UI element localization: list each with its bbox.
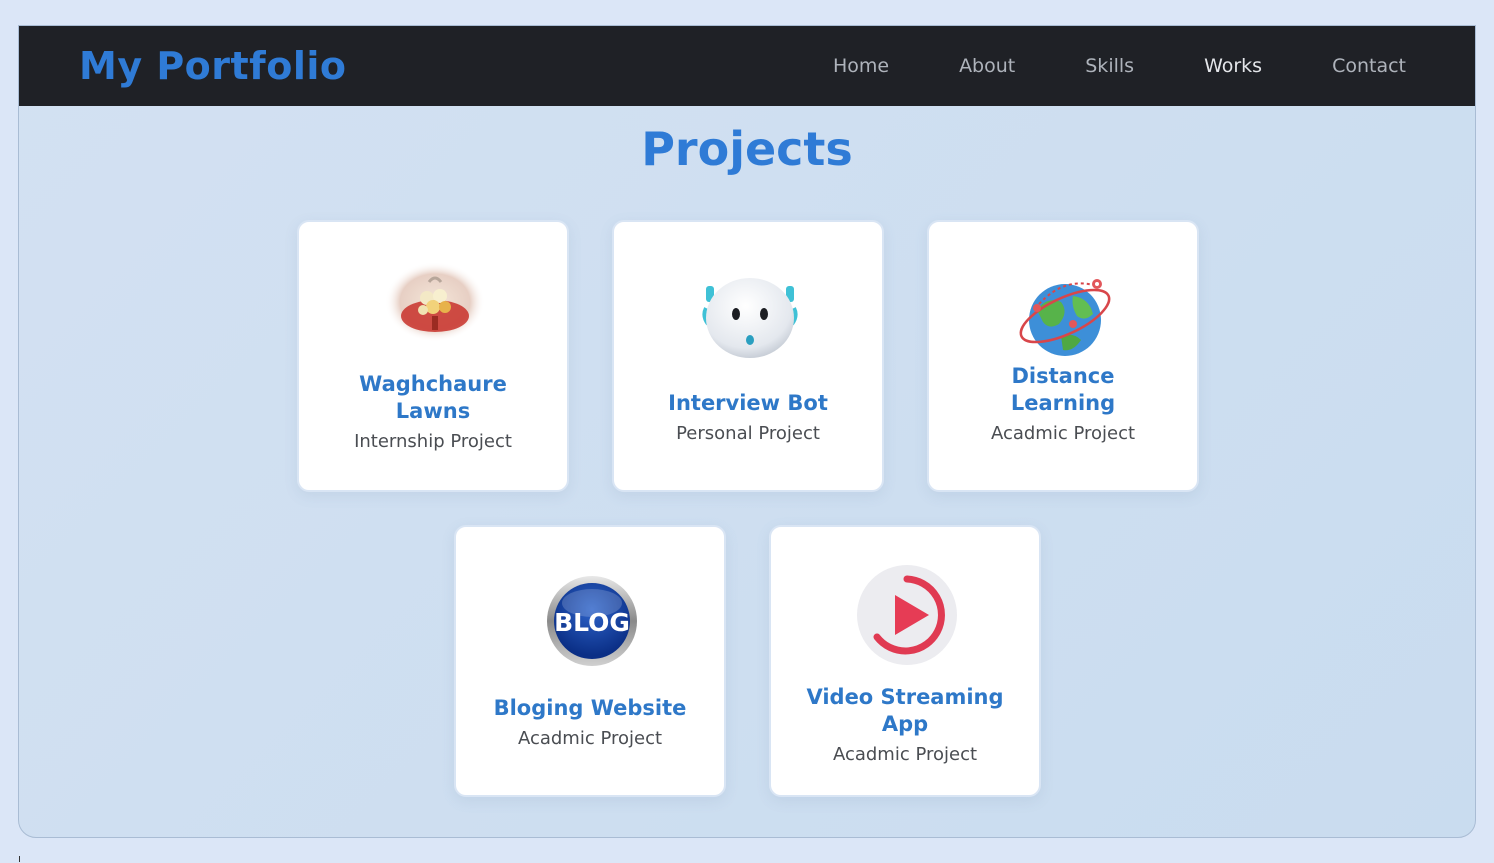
nav-contact[interactable]: Contact xyxy=(1332,55,1406,77)
project-title: Distance Learning xyxy=(1010,364,1116,415)
project-type: Personal Project xyxy=(676,423,820,444)
project-type: Acadmic Project xyxy=(990,423,1136,444)
project-type: Acadmic Project xyxy=(517,728,663,749)
project-title: Interview Bot xyxy=(668,391,828,415)
nav-works[interactable]: Works xyxy=(1204,55,1262,77)
nav-skills[interactable]: Skills xyxy=(1085,55,1134,77)
portfolio-window: My Portfolio Home About Skills Works Con… xyxy=(18,25,1476,838)
project-card-bloging-website[interactable]: BLOG Bloging Website Acadmic Project xyxy=(454,525,726,797)
nav-home[interactable]: Home xyxy=(833,55,889,77)
project-title: Bloging Website xyxy=(493,696,687,720)
brand-logo[interactable]: My Portfolio xyxy=(79,44,346,88)
project-card-video-streaming-app[interactable]: Video Streaming App Acadmic Project xyxy=(769,525,1041,797)
project-title: Waghchaure Lawns xyxy=(359,372,507,423)
project-type: Internship Project xyxy=(354,431,512,452)
project-card-interview-bot[interactable]: Interview Bot Personal Project xyxy=(612,220,884,492)
navbar: My Portfolio Home About Skills Works Con… xyxy=(19,26,1475,106)
nav-about[interactable]: About xyxy=(959,55,1015,77)
project-title: Video Streaming App xyxy=(806,685,1004,736)
text-cursor xyxy=(19,856,20,862)
nav-links: Home About Skills Works Contact xyxy=(763,55,1406,77)
project-card-distance-learning[interactable]: Distance Learning Acadmic Project xyxy=(927,220,1199,492)
project-type: Acadmic Project xyxy=(832,744,978,765)
project-card-waghchaure-lawns[interactable]: Waghchaure Lawns Internship Project xyxy=(297,220,569,492)
section-title: Projects xyxy=(641,122,853,176)
